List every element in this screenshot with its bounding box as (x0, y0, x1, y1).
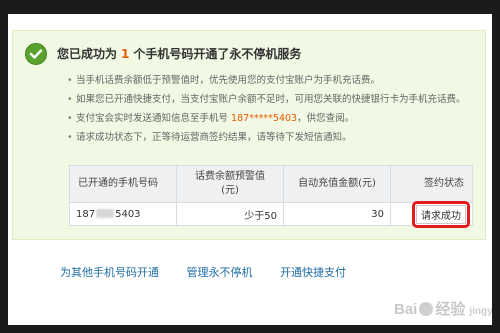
phone-suffix: 5403 (115, 208, 141, 220)
watermark-right: 经验 (435, 301, 466, 318)
header-status: 签约状态 (390, 165, 473, 203)
title-prefix: 您已成功为 (57, 47, 118, 61)
info-item: 如果您已开通快捷支付，当支付宝账户余额不足时，可用您关联的快捷银行卡为手机充话费… (67, 90, 466, 109)
cell-status: 请求成功 (390, 200, 473, 228)
link-manage[interactable]: 管理永不停机 (187, 266, 253, 279)
watermark-left: Bai (394, 301, 418, 318)
frame-bottom (0, 325, 500, 333)
info-list: 当手机话费余额低于预警值时，优先使用您的支付宝账户为手机充话费。 如果您已开通快… (67, 71, 466, 147)
masked-digits (96, 209, 115, 218)
success-title: 您已成功为 1 个手机号码开通了永不停机服务 (57, 45, 301, 62)
header-auto: 自动充值金额(元) (283, 165, 391, 203)
cell-warn: 少于50 (176, 202, 284, 226)
content-panel: 您已成功为1个手机号码开通了永不停机服务 当手机话费余额低于预警值时，优先使用您… (8, 14, 492, 325)
frame-left (0, 0, 8, 333)
info-item: 请求成功状态下，正等待运营商签约结果，请等待下发短信通知。 (67, 128, 466, 147)
info-item-notify: 支付宝会实时发送通知信息至手机号 187*****5403，供您查阅。 (67, 109, 466, 128)
info-item: 当手机话费余额低于预警值时，优先使用您的支付宝账户为手机充话费。 (67, 71, 466, 90)
cell-auto: 30 (283, 202, 391, 226)
table-header-row: 已开通的手机号码 话费余额预警值 (元) 自动充值金额(元) 签约状态 (69, 165, 473, 203)
title-suffix: 个手机号码开通了永不停机服务 (133, 47, 302, 61)
header-warn-line2: (元) (221, 185, 239, 196)
success-box: 您已成功为1个手机号码开通了永不停机服务 当手机话费余额低于预警值时，优先使用您… (12, 30, 486, 240)
link-other-number[interactable]: 为其他手机号码开通 (60, 266, 159, 279)
footer-links: 为其他手机号码开通 管理永不停机 开通快捷支付 (60, 264, 370, 280)
baidu-watermark: Bai 经验jingyan.baidu.com (394, 298, 492, 319)
header-warn-line1: 话费余额预警值 (195, 171, 265, 182)
checkmark-icon (25, 43, 47, 65)
frame-top (0, 0, 500, 14)
watermark-sub: jingyan.baidu.com (469, 306, 492, 317)
notify-text: 支付宝会实时发送通知信息至手机号 (76, 113, 229, 124)
cell-phone: 187 5403 (69, 202, 177, 226)
paw-icon (419, 302, 434, 316)
notify-phone: 187*****5403 (231, 113, 298, 124)
success-count: 1 (121, 47, 130, 61)
phone-table: 已开通的手机号码 话费余额预警值 (元) 自动充值金额(元) 签约状态 187 54… (69, 165, 473, 228)
link-quickpay[interactable]: 开通快捷支付 (280, 266, 346, 279)
header-warn: 话费余额预警值 (元) (176, 165, 284, 203)
status-badge[interactable]: 请求成功 (412, 200, 470, 228)
phone-prefix: 187 (76, 208, 96, 220)
frame-right (492, 0, 500, 333)
header-phone: 已开通的手机号码 (69, 165, 177, 203)
notify-suffix: ，供您查阅。 (297, 113, 355, 124)
table-row: 187 5403 少于50 30 请求成功 (69, 200, 473, 228)
